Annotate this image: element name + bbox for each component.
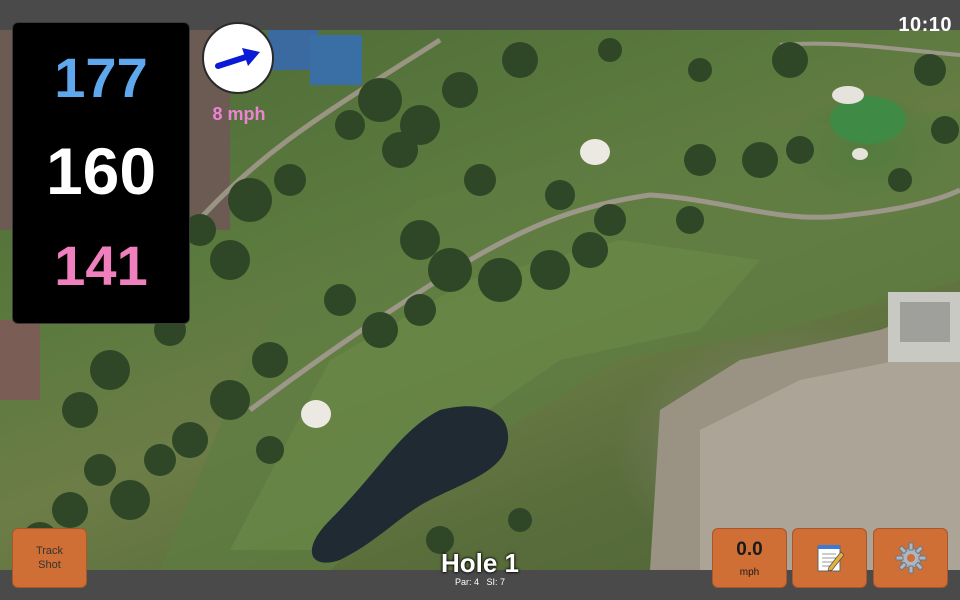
middle-yardage: 160 <box>45 134 157 208</box>
wind-speed-value: 0.0 <box>736 539 763 560</box>
wind-speed-label: 8 mph <box>212 104 266 124</box>
hole-par: Par: 4 <box>454 577 479 587</box>
wind-speed-button[interactable]: 0.0 mph <box>712 528 787 588</box>
notes-button[interactable] <box>792 528 867 588</box>
gear-icon <box>895 542 926 574</box>
hole-meta: Par: 4 SI: 7 <box>380 577 580 587</box>
track-shot-button[interactable]: Track Shot <box>12 528 87 588</box>
hole-title: Hole 1 <box>440 548 520 578</box>
front-yardage: 141 <box>54 234 148 297</box>
wind-direction-dial <box>202 22 274 94</box>
track-shot-label-line1: Track <box>35 545 64 557</box>
notepad-icon <box>817 545 845 572</box>
hole-stroke-index: SI: 7 <box>486 577 506 587</box>
clock-time: 10:10 <box>898 14 952 36</box>
back-yardage: 177 <box>54 46 148 109</box>
settings-button[interactable] <box>873 528 948 588</box>
yardage-panel: 177 160 141 <box>12 22 190 324</box>
track-shot-label-line2: Shot <box>38 559 61 571</box>
wind-speed-unit: mph <box>739 567 760 578</box>
wind-direction-arrow-icon <box>215 48 260 69</box>
